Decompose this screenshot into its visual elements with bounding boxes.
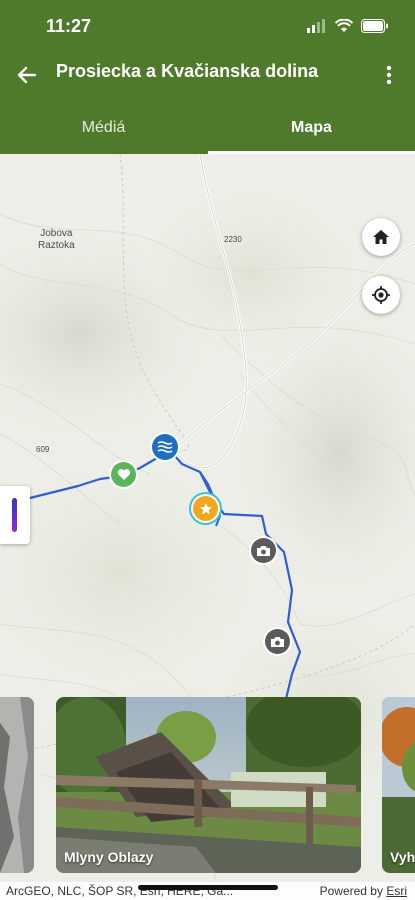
locate-button[interactable]: [362, 276, 400, 314]
camera-icon: [271, 636, 284, 647]
place-label: Jobova Raztoka: [38, 228, 75, 251]
carousel-card-main[interactable]: Mlyny Oblazy: [56, 697, 361, 873]
viewpoint-marker[interactable]: [111, 462, 136, 487]
elevation-label: 609: [36, 445, 50, 454]
home-button[interactable]: [362, 218, 400, 256]
heart-icon: [117, 469, 130, 480]
esri-link[interactable]: Esri: [386, 884, 407, 898]
status-bar: 11:27: [0, 0, 415, 50]
elevation-legend-bar: [12, 498, 17, 532]
page-title: Prosiecka a Kvačianska dolina: [56, 61, 319, 81]
poi-marker-selected[interactable]: [193, 496, 218, 521]
home-indicator: [138, 885, 278, 890]
card-label-main: Mlyny Oblazy: [64, 849, 154, 865]
photo-marker-1[interactable]: [251, 538, 276, 563]
app-bar: Prosiecka a Kvačianska dolina: [0, 50, 415, 102]
home-icon: [373, 230, 389, 244]
crosshair-locate-icon: [372, 286, 390, 304]
camera-icon: [257, 545, 270, 556]
carousel-card-prev[interactable]: [0, 697, 34, 873]
water-marker[interactable]: [152, 434, 178, 460]
photo-marker-2[interactable]: [265, 629, 290, 654]
card-photo-next: [382, 697, 415, 873]
card-photo-prev: [0, 697, 34, 873]
more-options-button[interactable]: [377, 58, 401, 92]
tab-map[interactable]: Mapa: [208, 102, 415, 154]
status-time: 11:27: [46, 16, 92, 36]
tab-media[interactable]: Médiá: [0, 102, 207, 154]
battery-icon: [361, 19, 388, 33]
road-number-label: 2230: [224, 235, 242, 244]
card-photo-main: [56, 697, 361, 873]
star-badge-icon: [199, 502, 212, 514]
wifi-icon: [335, 19, 353, 32]
tab-bar: Médiá Mapa: [0, 102, 415, 154]
signal-icon: [307, 19, 325, 33]
more-vertical-icon: [386, 65, 392, 85]
arrow-left-icon: [17, 66, 37, 84]
status-icons: [307, 19, 389, 33]
water-waves-icon: [157, 441, 173, 453]
carousel-card-next[interactable]: Vyh: [382, 697, 415, 873]
powered-by: Powered by Esri: [320, 884, 407, 898]
powered-by-label: Powered by: [319, 884, 383, 898]
card-label-next: Vyh: [390, 849, 415, 865]
elevation-legend-tab[interactable]: [0, 486, 30, 544]
back-button[interactable]: [10, 58, 44, 92]
